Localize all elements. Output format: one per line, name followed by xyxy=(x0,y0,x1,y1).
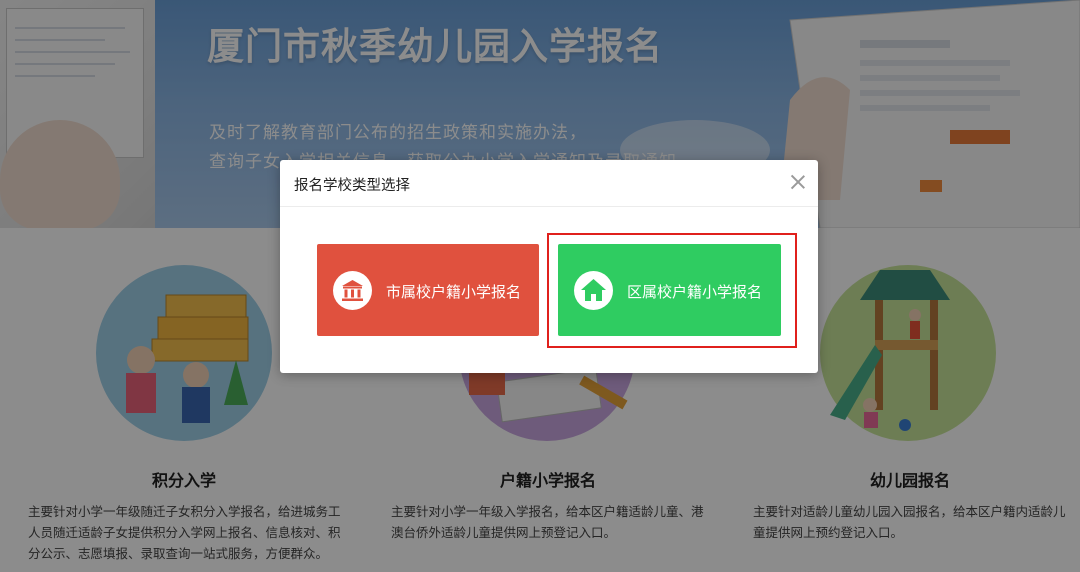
highlight-annotation-box xyxy=(547,233,797,348)
dialog-header: 报名学校类型选择 xyxy=(280,160,818,207)
school-type-dialog: 报名学校类型选择 市属校户籍小学报名 区属校户籍小学报名 xyxy=(280,160,818,373)
city-school-registration-button[interactable]: 市属校户籍小学报名 xyxy=(317,244,539,336)
dialog-title: 报名学校类型选择 xyxy=(294,178,410,194)
institution-icon xyxy=(333,271,372,310)
city-school-registration-label: 市属校户籍小学报名 xyxy=(386,283,522,301)
close-icon[interactable] xyxy=(790,174,806,190)
